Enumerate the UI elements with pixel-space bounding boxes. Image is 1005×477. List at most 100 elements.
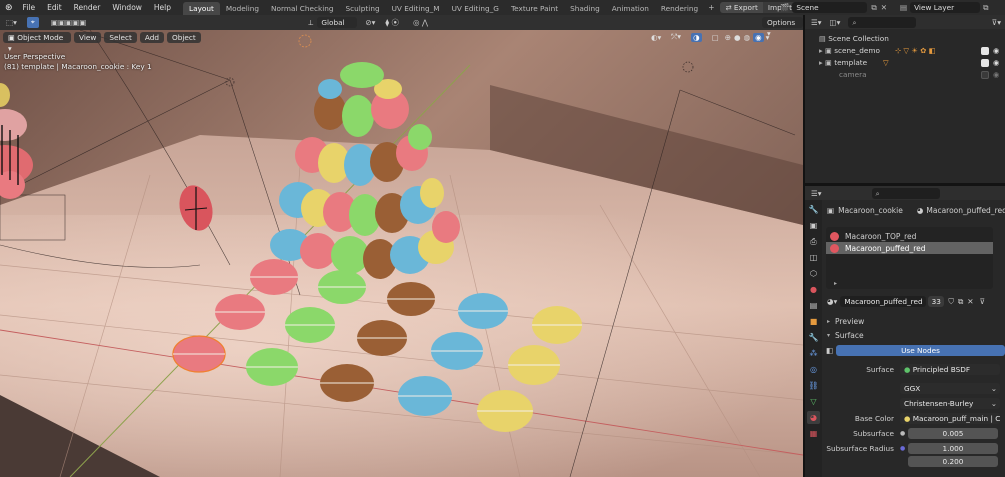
menu-render[interactable]: Render — [68, 0, 107, 15]
outliner-item-camera[interactable]: camera ◉ — [805, 69, 1005, 81]
overlay-icon[interactable]: ◑ — [691, 32, 702, 42]
subsurface-field[interactable]: 0.005 — [908, 428, 998, 439]
material-slot-selected[interactable]: Macaroon_puffed_red — [826, 242, 993, 254]
subsurface-method-dropdown[interactable]: Christensen-Burley ⌄ — [900, 398, 1000, 409]
duplicate-material-icon[interactable]: ⧉ — [958, 297, 963, 307]
select-mode-icons[interactable]: ▣▣▣▣▣ — [51, 18, 86, 27]
material-tab-icon[interactable]: ◕ — [807, 411, 820, 424]
distribution-dropdown[interactable]: GGX ⌄ — [900, 383, 1000, 394]
eye-icon[interactable]: ◉ — [993, 45, 999, 57]
solid-shading-icon[interactable]: ● — [734, 33, 741, 42]
rendered-shading-icon[interactable]: ◉ — [753, 32, 764, 42]
scene-tab-icon[interactable]: ⬡ — [807, 267, 820, 280]
menu-help[interactable]: Help — [148, 0, 177, 15]
search-icon: ⌕ — [852, 17, 857, 27]
tab-animation[interactable]: Animation — [606, 2, 655, 15]
output-tab-icon[interactable]: ⎙ — [807, 235, 820, 248]
browse-material-icon[interactable]: ◕▾ — [827, 297, 837, 306]
outliner-item-template[interactable]: ▸ ▣ template ▽ ◉ — [805, 57, 1005, 69]
menu-object[interactable]: Object — [166, 31, 201, 43]
tab-normal-checking[interactable]: Normal Checking — [265, 2, 339, 15]
texture-tab-icon[interactable]: ▦ — [807, 427, 820, 440]
material-slot-label: Macaroon_TOP_red — [845, 231, 917, 241]
menu-edit[interactable]: Edit — [41, 0, 68, 15]
menu-view[interactable]: View — [74, 31, 102, 43]
eye-icon[interactable]: ◉ — [993, 69, 999, 81]
outliner-item-scene-demo[interactable]: ▸ ▣ scene_demo ⊹ ▽ ☀ ✿ ◧ ◉ — [805, 45, 1005, 57]
unlink-material-icon[interactable]: ✕ — [967, 297, 973, 306]
material-name-field[interactable]: Macaroon_puffed_red — [840, 296, 927, 307]
xray-icon[interactable]: ▢ — [712, 33, 719, 42]
base-color-field[interactable]: ● Macaroon_puff_main | Color — [900, 413, 1000, 424]
outliner-editor-type-icon[interactable]: ☰▾ — [811, 18, 822, 27]
outliner-scene-collection[interactable]: ▤ Scene Collection — [805, 33, 1005, 45]
exclude-checkbox[interactable] — [981, 47, 989, 55]
select-tool-icon[interactable]: ⌖ — [26, 17, 39, 28]
outliner-search-input[interactable]: ⌕ — [848, 16, 917, 28]
tab-modeling[interactable]: Modeling — [220, 2, 265, 15]
surface-shader-field[interactable]: ● Principled BSDF — [900, 364, 1000, 375]
users-count[interactable]: 33 — [928, 296, 945, 307]
view-layer-field[interactable]: View Layer — [910, 2, 981, 13]
delete-scene-icon[interactable]: ✕ — [881, 3, 887, 12]
scene-icon: 🎬 — [780, 3, 790, 12]
tab-texture-paint[interactable]: Texture Paint — [505, 2, 564, 15]
pivot-icon[interactable]: ⊘▾ — [365, 18, 375, 27]
menu-file[interactable]: File — [17, 0, 42, 15]
gizmo-icon[interactable]: ⤱▾ — [671, 32, 681, 42]
menu-select[interactable]: Select — [104, 31, 137, 43]
display-mode-icon[interactable]: ◫▾ — [830, 18, 841, 27]
new-view-layer-icon[interactable]: ⧉ — [983, 3, 988, 13]
use-nodes-button[interactable]: Use Nodes — [836, 345, 1005, 356]
export-button[interactable]: ⇄ Export — [720, 2, 763, 13]
properties-editor-type-icon[interactable]: ☰▾ — [811, 189, 822, 198]
snap-icon[interactable]: ⧫ ⦿ — [385, 17, 399, 28]
add-workspace-icon[interactable]: + — [704, 3, 718, 12]
wireframe-shading-icon[interactable]: ⊕ — [725, 33, 731, 42]
exclude-checkbox[interactable] — [981, 59, 989, 67]
new-scene-icon[interactable]: ⧉ — [871, 3, 876, 13]
world-tab-icon[interactable]: ● — [807, 283, 820, 296]
subsurface-radius-x-field[interactable]: 1.000 — [908, 443, 998, 454]
fake-user-icon[interactable]: ⛉ — [948, 297, 954, 307]
list-expand-icon[interactable]: ▸ — [834, 280, 837, 287]
physics-tab-icon[interactable]: ◎ — [807, 363, 820, 376]
eye-icon[interactable]: ◉ — [993, 57, 999, 69]
tab-uv-editing-m[interactable]: UV Editing_M — [386, 2, 446, 15]
view-object-types-icon[interactable]: ◐▾ — [651, 33, 661, 42]
tab-sculpting[interactable]: Sculpting — [340, 2, 386, 15]
3d-viewport[interactable] — [0, 15, 803, 477]
material-slot[interactable]: Macaroon_TOP_red — [826, 230, 993, 242]
blender-logo-icon[interactable]: ⊛ — [5, 3, 13, 13]
tab-shading[interactable]: Shading — [564, 2, 606, 15]
preview-panel-header[interactable]: ▸ Preview — [824, 314, 1005, 328]
tab-layout[interactable]: Layout — [183, 1, 220, 15]
render-tab-icon[interactable]: ▣ — [807, 219, 820, 232]
surface-panel-header[interactable]: ▾ Surface — [824, 328, 1005, 342]
options-dropdown[interactable]: Options ▾ — [762, 17, 803, 38]
object-tab-icon[interactable]: ■ — [807, 315, 820, 328]
exclude-checkbox[interactable] — [981, 71, 989, 79]
tab-uv-editing-g[interactable]: UV Editing_G — [446, 2, 505, 15]
modifier-tab-icon[interactable]: 🔧 — [807, 331, 820, 344]
proportional-edit-icon[interactable]: ◎ ⋀ — [413, 18, 428, 27]
collection-tab-icon[interactable]: ▤ — [807, 299, 820, 312]
data-tab-icon[interactable]: ▽ — [807, 395, 820, 408]
menu-window[interactable]: Window — [106, 0, 148, 15]
tool-tab-icon[interactable]: 🔧 — [807, 203, 820, 216]
properties-search-input[interactable]: ⌕ — [871, 187, 940, 199]
mode-dropdown[interactable]: ▣ Object Mode ▾ — [3, 31, 71, 53]
orientation-dropdown[interactable]: Global — [317, 17, 358, 28]
editor-type-icon[interactable]: ⬚▾ — [6, 18, 17, 27]
filter-icon[interactable]: ⊽ — [980, 297, 986, 306]
tab-rendering[interactable]: Rendering — [655, 2, 704, 15]
particles-tab-icon[interactable]: ⁂ — [807, 347, 820, 360]
shading-options-icon[interactable]: ▾ — [766, 33, 770, 42]
subsurface-radius-y-field[interactable]: 0.200 — [908, 456, 998, 467]
constraints-tab-icon[interactable]: ⛓ — [807, 379, 820, 392]
menu-add[interactable]: Add — [139, 31, 164, 43]
view-layer-tab-icon[interactable]: ◫ — [807, 251, 820, 264]
material-shading-icon[interactable]: ◍ — [744, 33, 751, 42]
scene-name-field[interactable]: Scene — [792, 2, 868, 13]
filter-icon[interactable]: ⊽▾ — [992, 18, 1001, 27]
